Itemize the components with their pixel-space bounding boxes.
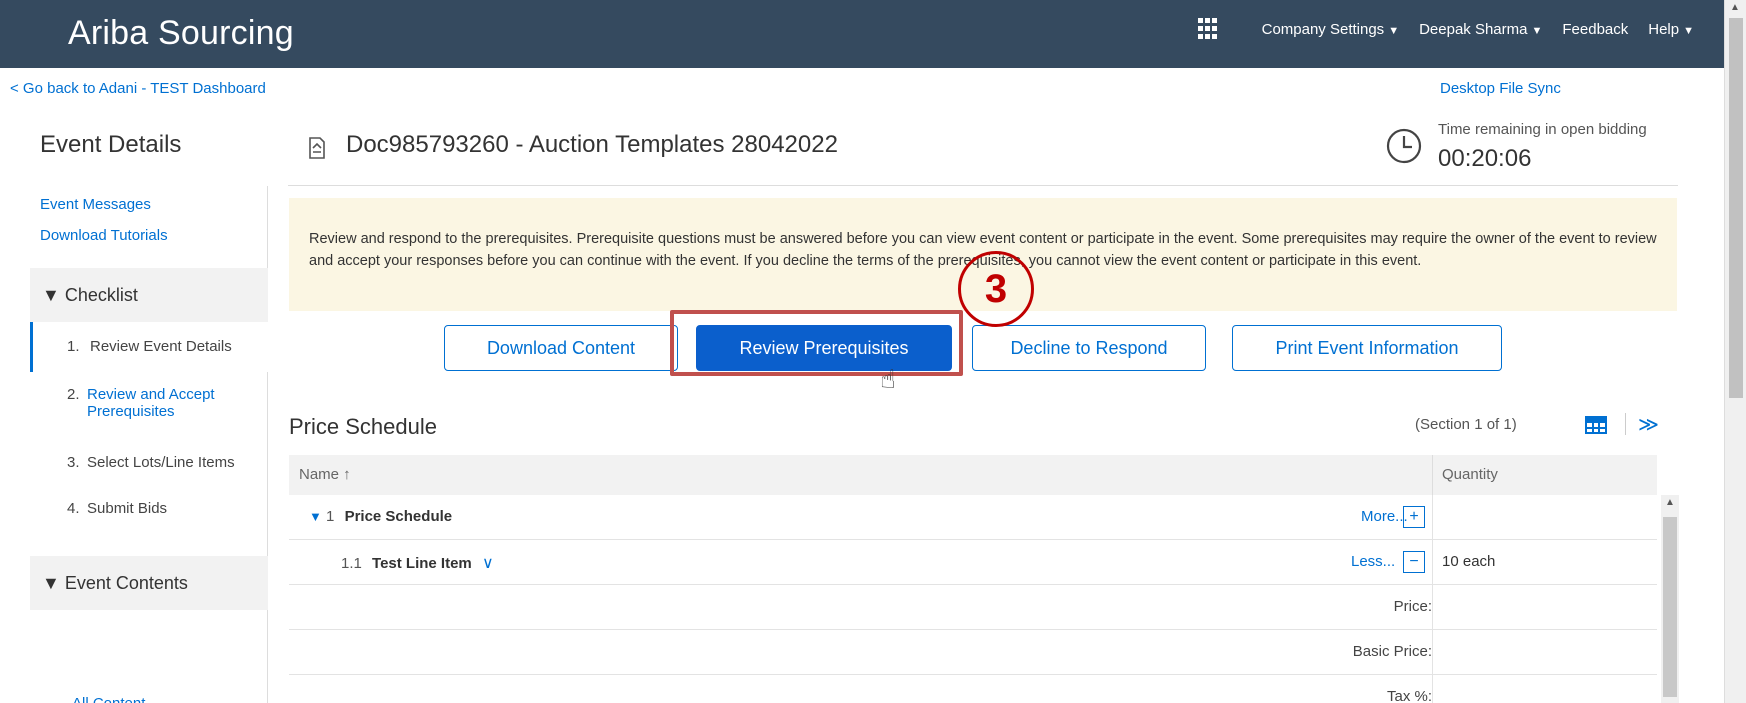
row-title: ▼ 1 Price Schedule (309, 508, 452, 525)
clock-icon (1386, 128, 1422, 164)
help-label: Help (1648, 20, 1680, 38)
download-tutorials-link[interactable]: Download Tutorials (40, 227, 168, 244)
price-schedule-title: Price Schedule (289, 414, 437, 439)
row-label: Price Schedule (344, 508, 453, 525)
company-settings-label: Company Settings (1261, 20, 1385, 38)
step-number: 4. (67, 500, 80, 517)
quantity-value: 10 each (1442, 553, 1496, 570)
divider (1432, 585, 1433, 630)
column-header-quantity[interactable]: Quantity (1442, 466, 1498, 483)
table-row: Price: (289, 585, 1657, 630)
company-settings-menu[interactable]: Company Settings ▼ (1262, 21, 1399, 38)
checklist-section-header[interactable]: ▼ Checklist (30, 268, 268, 322)
sidebar: Event Messages Download Tutorials ▼ Chec… (0, 186, 268, 703)
desktop-file-sync-link[interactable]: Desktop File Sync (1440, 80, 1561, 97)
divider (288, 185, 1678, 186)
expand-triangle-icon[interactable]: ▼ (309, 509, 322, 524)
table-row: Basic Price: (289, 630, 1657, 675)
chevron-down-icon[interactable]: ∨ (482, 555, 494, 572)
event-contents-section-header[interactable]: ▼ Event Contents (30, 556, 268, 610)
expand-plus-button[interactable]: + (1403, 506, 1425, 528)
top-header-bar: Ariba Sourcing Company Settings ▼ Deepak … (0, 0, 1724, 68)
app-title: Ariba Sourcing (68, 14, 294, 52)
checklist-step-select-lots[interactable]: 3. Select Lots/Line Items (30, 454, 268, 484)
hand-pointer-cursor-icon: ☝ (880, 364, 896, 394)
checklist-step-review-event-details[interactable]: 1. Review Event Details (30, 322, 268, 372)
help-menu[interactable]: Help ▼ (1648, 21, 1694, 38)
user-menu[interactable]: Deepak Sharma ▼ (1419, 21, 1542, 38)
price-schedule-table: Name ↑ Quantity ▼ 1 Price Schedule More.… (289, 455, 1679, 703)
page-scroll-thumb[interactable] (1729, 18, 1743, 398)
row-number: 1.1 (341, 555, 362, 572)
scroll-up-arrow-icon[interactable]: ▲ (1665, 497, 1675, 508)
caret-down-icon: ▼ (1388, 24, 1400, 37)
all-content-link[interactable]: All Content (72, 695, 145, 703)
section-count: (Section 1 of 1) (1415, 416, 1517, 433)
field-label-basic-price: Basic Price: (1352, 643, 1432, 660)
step-number: 2. (67, 386, 80, 403)
divider (1625, 413, 1626, 435)
sidebar-title: Event Details (40, 131, 182, 158)
checklist-step-submit-bids[interactable]: 4. Submit Bids (30, 500, 268, 530)
step-label: Review and Accept Prerequisites (87, 386, 215, 420)
annotation-highlight-box (670, 310, 963, 376)
table-scrollbar[interactable]: ▲ (1661, 495, 1679, 703)
time-remaining-label: Time remaining in open bidding (1438, 121, 1647, 138)
checklist-step-review-prerequisites[interactable]: 2. Review and Accept Prerequisites (30, 386, 268, 436)
download-content-button[interactable]: Download Content (444, 325, 678, 371)
print-event-information-button[interactable]: Print Event Information (1232, 325, 1502, 371)
event-messages-link[interactable]: Event Messages (40, 196, 151, 213)
caret-down-icon: ▼ (1531, 24, 1543, 37)
decline-to-respond-button[interactable]: Decline to Respond (972, 325, 1206, 371)
divider (1432, 630, 1433, 675)
divider (1432, 675, 1433, 703)
back-to-dashboard-link[interactable]: < Go back to Adani - TEST Dashboard (10, 80, 266, 97)
column-header-name[interactable]: Name ↑ (299, 466, 351, 483)
table-row: Tax %: (289, 675, 1657, 703)
more-link[interactable]: More... (1361, 508, 1408, 525)
divider (1432, 455, 1433, 495)
time-remaining-value: 00:20:06 (1438, 145, 1532, 172)
field-label-tax: Tax %: (1386, 688, 1432, 703)
row-label[interactable]: Test Line Item (372, 555, 472, 572)
step-number: 3. (67, 454, 80, 471)
document-icon (309, 137, 325, 159)
feedback-link[interactable]: Feedback (1562, 21, 1628, 38)
table-view-icon[interactable] (1585, 416, 1607, 434)
step-label: Select Lots/Line Items (87, 454, 235, 471)
page-scrollbar[interactable]: ▲ (1724, 0, 1746, 703)
app-grid-icon[interactable] (1197, 18, 1220, 40)
field-label-price: Price: (1393, 598, 1432, 615)
row-number: 1 (326, 508, 335, 525)
double-chevron-down-icon[interactable]: ≫ (1638, 412, 1659, 437)
less-link[interactable]: Less... (1351, 553, 1395, 570)
page-title: Doc985793260 - Auction Templates 2804202… (346, 131, 838, 158)
step-label: Review Event Details (90, 338, 232, 355)
step-number: 1. (67, 338, 80, 355)
row-title: 1.1 Test Line Item ∨ (341, 553, 494, 573)
table-row: ▼ 1 Price Schedule More... + (289, 495, 1657, 540)
collapse-minus-button[interactable]: − (1403, 551, 1425, 573)
table-header: Name ↑ Quantity (289, 455, 1657, 495)
top-navigation: Company Settings ▼ Deepak Sharma ▼ Feedbac… (1197, 18, 1694, 40)
divider (1432, 540, 1433, 585)
annotation-step-marker: 3 (958, 251, 1034, 327)
step-label: Submit Bids (87, 500, 168, 517)
scroll-up-arrow-icon[interactable]: ▲ (1730, 2, 1740, 13)
table-row: 1.1 Test Line Item ∨ Less... − 10 each (289, 540, 1657, 585)
divider (1432, 495, 1433, 540)
table-scroll-thumb[interactable] (1663, 517, 1677, 697)
caret-down-icon: ▼ (1683, 24, 1694, 37)
user-name-label: Deepak Sharma (1419, 20, 1528, 38)
